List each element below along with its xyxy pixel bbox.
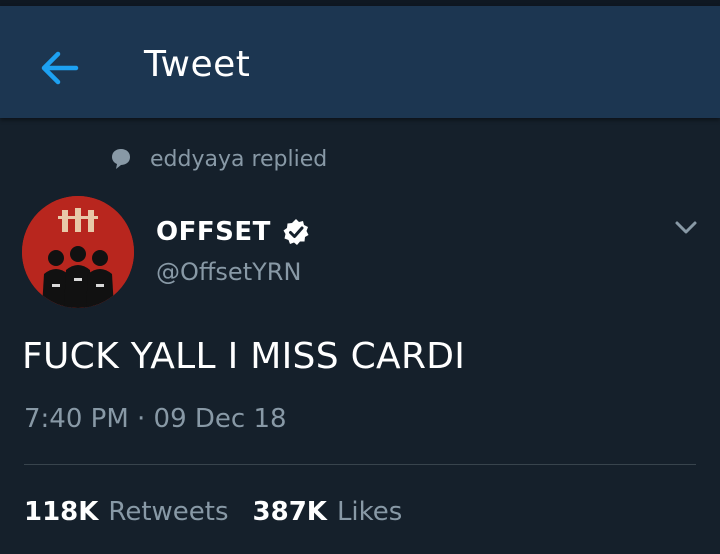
retweets-label: Retweets [108,497,229,527]
retweets-count: 118K [24,497,99,527]
speech-bubble-icon [112,149,130,169]
reply-context-text: eddyaya replied [150,146,328,172]
tweet-menu-button[interactable] [670,212,702,244]
retweets-stat[interactable]: 118K Retweets [24,497,229,527]
app-header: Tweet [0,6,720,118]
back-button[interactable] [36,46,84,90]
verified-badge-icon [283,219,309,245]
likes-label: Likes [336,497,403,527]
tweet-stats: 118K Retweets 387K Likes [24,494,402,530]
back-arrow-icon [41,51,79,85]
tweet-text: FUCK YALL I MISS CARDI [22,336,466,377]
chevron-down-icon [675,221,697,234]
avatar-image [22,196,134,308]
likes-stat[interactable]: 387K Likes [253,497,403,527]
author-display-name[interactable]: OFFSET [156,217,271,247]
likes-count: 387K [252,497,327,527]
page-title: Tweet [144,44,251,85]
tweet-timestamp: 7:40 PM · 09 Dec 18 [24,404,287,434]
reply-context: eddyaya replied [108,142,327,176]
author-handle[interactable]: @OffsetYRN [156,258,301,286]
avatar[interactable] [22,196,134,308]
author-name-row[interactable]: OFFSET [156,214,311,250]
divider [24,464,696,465]
